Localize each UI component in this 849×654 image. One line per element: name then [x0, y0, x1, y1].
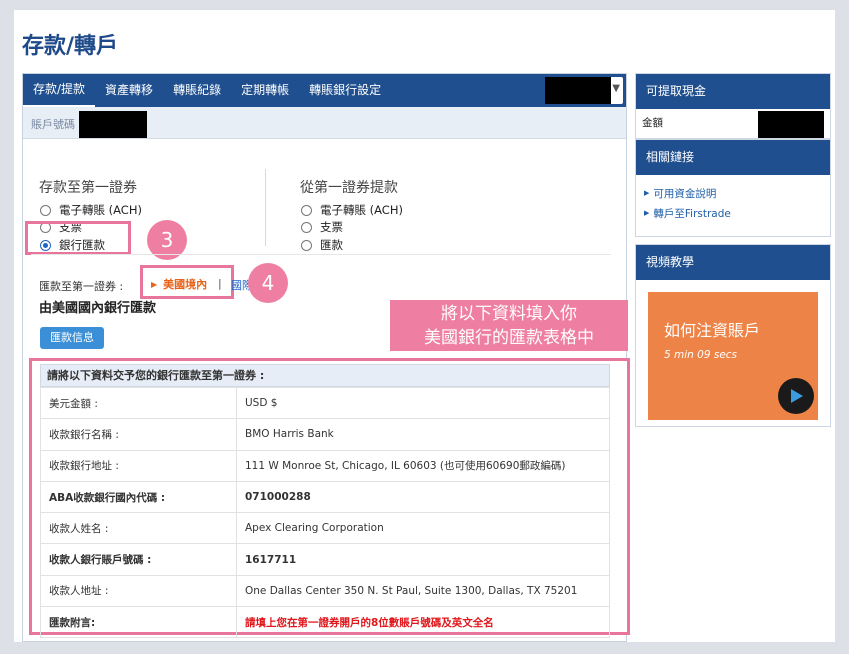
table-row: 收款銀行地址 : 111 W Monroe St, Chicago, IL 60… — [40, 449, 610, 482]
tab-recurring-transfer[interactable]: 定期轉帳 — [231, 74, 299, 107]
withdraw-title: 從第一證券提款 — [300, 180, 398, 196]
link-available-funds[interactable]: ▶ 可用資金說明 — [636, 183, 830, 203]
radio-checked-icon[interactable] — [40, 239, 51, 251]
section-divider — [31, 254, 611, 255]
step-4-badge: 4 — [248, 263, 288, 303]
radio-icon[interactable] — [301, 239, 312, 251]
row-key: 收款人姓名 : — [40, 512, 237, 545]
account-number-label: 賬戶號碼 : — [31, 118, 83, 131]
tab-deposit-withdraw[interactable]: 存款/提款 — [23, 74, 96, 107]
wire-info-table: 美元金額 : USD $ 收款銀行名稱 : BMO Harris Bank 收款… — [40, 386, 610, 639]
table-row: 收款銀行名稱 : BMO Harris Bank — [40, 418, 610, 451]
play-icon — [791, 389, 803, 403]
row-key: ABA收款銀行國內代碼 : — [40, 480, 237, 514]
wire-to-label: 匯款至第一證券 : — [39, 280, 124, 293]
link-separator: | — [218, 277, 222, 290]
cash-amount-label: 金額 — [642, 117, 663, 129]
radio-icon[interactable] — [40, 204, 51, 216]
page: 存款/轉戶 存款/提款 資產轉移 轉賬紀錄 定期轉帳 轉賬銀行設定 ▼ 賬戶號碼… — [14, 10, 835, 642]
account-select[interactable]: ▼ — [545, 77, 623, 104]
row-key: 匯款附言: — [40, 606, 237, 639]
links-card-title: 相關鏈接 — [636, 140, 830, 175]
tab-transfer-history[interactable]: 轉賬紀錄 — [163, 74, 231, 107]
wire-info-box: 請將以下資料交予您的銀行匯款至第一證券 : 美元金額 : USD $ 收款銀行名… — [29, 358, 630, 639]
table-row: 收款人銀行賬戶號碼 : 1617711 — [40, 543, 610, 576]
withdraw-option-wire[interactable]: 匯款 — [301, 237, 343, 253]
deposit-title: 存款至第一證券 — [39, 180, 137, 196]
tab-bank-settings[interactable]: 轉賬銀行設定 — [299, 74, 391, 107]
video-duration: 5 min 09 secs — [664, 349, 738, 361]
tab-asset-transfer[interactable]: 資產轉移 — [95, 74, 163, 107]
banner-line-1: 將以下資料填入你 — [441, 304, 577, 324]
row-key: 美元金額 : — [40, 386, 237, 420]
row-value: Apex Clearing Corporation — [236, 512, 610, 545]
triangle-right-icon: ▶ — [151, 279, 158, 289]
row-key: 收款銀行名稱 : — [40, 418, 237, 451]
video-card: 視頻教學 如何注資賬戶 5 min 09 secs — [635, 244, 831, 427]
video-title: 如何注資賬戶 — [664, 321, 761, 340]
row-key: 收款人銀行賬戶號碼 : — [40, 543, 237, 576]
instruction-banner: 將以下資料填入你 美國銀行的匯款表格中 — [390, 300, 628, 351]
video-thumbnail[interactable]: 如何注資賬戶 5 min 09 secs — [648, 292, 818, 420]
withdraw-option-ach[interactable]: 電子轉賬 (ACH) — [301, 202, 403, 218]
page-title: 存款/轉戶 — [22, 34, 119, 59]
row-key: 收款銀行地址 : — [40, 449, 237, 482]
triangle-right-icon: ▶ — [644, 189, 650, 197]
nav-bar: 存款/提款 資產轉移 轉賬紀錄 定期轉帳 轉賬銀行設定 ▼ — [23, 74, 626, 107]
deposit-option-wire[interactable]: 銀行匯款 — [40, 230, 105, 260]
main-panel: 存款/提款 資產轉移 轉賬紀錄 定期轉帳 轉賬銀行設定 ▼ 賬戶號碼 : 存款至… — [22, 73, 630, 642]
column-divider — [265, 169, 266, 246]
table-row: 收款人地址 : One Dallas Center 350 N. St Paul… — [40, 574, 610, 608]
domestic-wire-link[interactable]: ▶ 美國境內 — [151, 276, 207, 292]
row-value: USD $ — [236, 386, 610, 420]
table-row: 匯款附言: 請填上您在第一證券開戶的8位數賬戶號碼及英文全名 — [40, 606, 610, 639]
row-value: 111 W Monroe St, Chicago, IL 60603 (也可使用… — [236, 449, 610, 482]
table-row: ABA收款銀行國內代碼 : 071000288 — [40, 480, 610, 514]
domestic-bank-heading: 由美國國內銀行匯款 — [39, 301, 157, 316]
play-button[interactable] — [778, 378, 814, 414]
table-row: 收款人姓名 : Apex Clearing Corporation — [40, 512, 610, 545]
row-value: 1617711 — [236, 543, 610, 576]
banner-line-2: 美國銀行的匯款表格中 — [424, 328, 594, 348]
row-value: One Dallas Center 350 N. St Paul, Suite … — [236, 574, 610, 608]
video-card-title: 視頻教學 — [636, 245, 830, 280]
radio-icon[interactable] — [301, 221, 312, 233]
link-transfer-to-firstrade[interactable]: ▶ 轉戶至Firstrade — [636, 203, 830, 223]
row-value: 請填上您在第一證券開戶的8位數賬戶號碼及英文全名 — [236, 606, 610, 639]
wire-info-button[interactable]: 匯款信息 — [40, 327, 104, 349]
table-row: 美元金額 : USD $ — [40, 386, 610, 420]
redacted-cash-amount — [758, 111, 824, 138]
links-card: 相關鏈接 ▶ 可用資金說明 ▶ 轉戶至Firstrade — [635, 139, 831, 237]
chevron-down-icon: ▼ — [612, 83, 620, 94]
wire-info-heading: 請將以下資料交予您的銀行匯款至第一證券 : — [40, 364, 610, 387]
deposit-option-ach[interactable]: 電子轉賬 (ACH) — [40, 202, 142, 218]
international-wire-link[interactable]: 國際 — [231, 277, 249, 293]
row-value: BMO Harris Bank — [236, 418, 610, 451]
cash-card: 可提取現金 金額 — [635, 73, 831, 139]
redacted-account — [545, 77, 611, 104]
triangle-right-icon: ▶ — [644, 209, 650, 217]
withdraw-option-check[interactable]: 支票 — [301, 219, 343, 235]
redacted-account-number — [79, 111, 147, 138]
radio-icon[interactable] — [301, 204, 312, 216]
cash-card-title: 可提取現金 — [636, 74, 830, 109]
cash-amount-row: 金額 — [636, 109, 830, 138]
account-bar: 賬戶號碼 : — [23, 107, 626, 139]
row-value: 071000288 — [236, 480, 610, 514]
row-key: 收款人地址 : — [40, 574, 237, 608]
